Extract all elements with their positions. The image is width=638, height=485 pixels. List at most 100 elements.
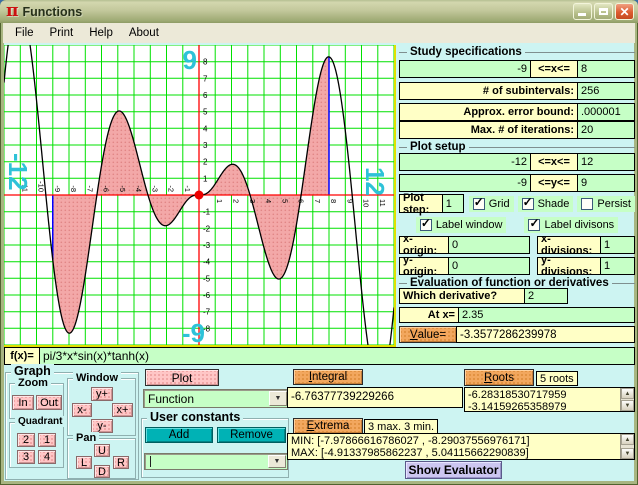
user-constants-select[interactable]: ▼ xyxy=(144,453,288,470)
quadrant-4-button[interactable]: 4 xyxy=(38,450,56,464)
scroll-up-icon[interactable]: ▲ xyxy=(621,434,634,445)
formula-input[interactable]: pi/3*x*sin(x)*tanh(x) xyxy=(39,347,635,365)
title-bar[interactable]: π Functions ✕ xyxy=(0,0,638,23)
persist-checkbox[interactable]: ✓ Persist xyxy=(577,196,635,212)
svg-text:-5: -5 xyxy=(118,185,127,192)
zoom-out-button[interactable]: Out xyxy=(36,395,62,410)
which-derivative-label: Which derivative? xyxy=(399,288,525,304)
persist-checkbox-label: Persist xyxy=(597,198,631,210)
subintervals-input[interactable]: 256 xyxy=(577,82,635,100)
label-divisons-checkbox-box[interactable]: ✓ xyxy=(528,219,540,231)
plot-step-input[interactable]: 1 xyxy=(442,194,464,213)
quadrant-3-button[interactable]: 3 xyxy=(17,450,35,464)
svg-text:10: 10 xyxy=(362,199,371,207)
shade-checkbox[interactable]: ✓ Shade xyxy=(518,196,574,212)
add-constant-button[interactable]: Add xyxy=(145,427,213,443)
iterations-input[interactable]: 20 xyxy=(577,121,635,139)
plot-y-range-row: -9 <=y<= 9 xyxy=(399,174,635,192)
shade-checkbox-box[interactable]: ✓ xyxy=(522,198,534,210)
error-bound-input[interactable]: .000001 xyxy=(577,103,635,121)
extrema-button[interactable]: Extrema xyxy=(293,418,363,434)
dropdown-arrow-icon[interactable]: ▼ xyxy=(269,391,287,406)
window-y-minus-button[interactable]: y- xyxy=(91,419,113,433)
extrema-scrollbar[interactable]: ▲ ▼ xyxy=(620,434,634,459)
zoom-in-button[interactable]: In xyxy=(12,395,34,410)
pan-left-button[interactable]: L xyxy=(76,456,92,469)
svg-text:-8: -8 xyxy=(69,185,78,192)
y-origin-label: y-origin: xyxy=(399,257,449,275)
window-x-minus-button[interactable]: x- xyxy=(72,403,92,417)
remove-constant-button[interactable]: Remove xyxy=(217,427,286,443)
close-button[interactable]: ✕ xyxy=(615,3,634,20)
error-bound-label: Approx. error bound: xyxy=(399,103,578,121)
function-plot[interactable]: -11-10-9-8-7-6-5-4-3-2-11234567891011-8-… xyxy=(4,45,396,347)
label-window-checkbox-box[interactable]: ✓ xyxy=(420,219,432,231)
y-origin-input[interactable]: 0 xyxy=(448,257,530,275)
grid-checkbox-box[interactable]: ✓ xyxy=(473,198,485,210)
grid-checkbox[interactable]: ✓ Grid xyxy=(469,196,514,212)
study-xmax-input[interactable]: 8 xyxy=(577,60,635,78)
user-constants-label: User constants xyxy=(147,410,243,424)
scroll-down-icon[interactable]: ▼ xyxy=(621,400,634,411)
user-constants-groupbox: User constants Add Remove ▼ xyxy=(141,418,289,478)
plot-svg[interactable]: -11-10-9-8-7-6-5-4-3-2-11234567891011-8-… xyxy=(4,45,394,345)
maximize-button[interactable] xyxy=(594,3,613,20)
svg-text:5: 5 xyxy=(203,108,208,117)
plot-xmin-input[interactable]: -12 xyxy=(399,153,531,171)
root-item: -6.28318530717959 xyxy=(468,389,620,401)
y-divisions-input[interactable]: 1 xyxy=(600,257,635,275)
zoom-frame-label: Zoom xyxy=(15,377,51,389)
svg-text:-1: -1 xyxy=(203,208,211,217)
plot-button[interactable]: Plot xyxy=(145,369,219,386)
svg-text:-3: -3 xyxy=(150,185,159,192)
zoom-frame: Zoom In Out xyxy=(9,383,64,419)
at-x-row: At x= 2.35 xyxy=(399,307,635,323)
iterations-label: Max. # of iterations: xyxy=(399,121,578,139)
menu-help[interactable]: Help xyxy=(81,25,121,41)
roots-count-badge: 5 roots xyxy=(536,371,578,386)
persist-checkbox-box[interactable]: ✓ xyxy=(581,198,593,210)
dropdown-arrow-icon[interactable]: ▼ xyxy=(268,455,286,468)
y-divisions-label: y-divisions: xyxy=(537,257,601,275)
plot-xmax-input[interactable]: 12 xyxy=(577,153,635,171)
value-row: Value= -3.3577286239978 xyxy=(399,326,635,343)
label-divisons-checkbox[interactable]: ✓ Label divisons xyxy=(524,217,618,233)
window-x-plus-button[interactable]: x+ xyxy=(112,403,133,417)
menu-file[interactable]: File xyxy=(7,25,42,41)
x-divisions-input[interactable]: 1 xyxy=(600,236,635,254)
quadrant-2-button[interactable]: 2 xyxy=(17,433,35,447)
at-x-input[interactable]: 2.35 xyxy=(458,307,635,323)
pan-right-button[interactable]: R xyxy=(113,456,129,469)
svg-text:3: 3 xyxy=(203,141,208,150)
plot-x-relation-label: <=x<= xyxy=(530,153,578,171)
show-evaluator-button[interactable]: Show Evaluator xyxy=(405,461,502,479)
minimize-button[interactable] xyxy=(573,3,592,20)
pan-down-button[interactable]: D xyxy=(94,465,110,478)
window-frame: Window y+ x- x+ y- xyxy=(67,378,136,436)
integral-button[interactable]: Integral xyxy=(293,369,363,385)
svg-text:4: 4 xyxy=(264,199,273,203)
menu-about[interactable]: About xyxy=(121,25,167,41)
scroll-down-icon[interactable]: ▼ xyxy=(621,448,634,459)
svg-text:-4: -4 xyxy=(203,258,211,267)
pan-up-button[interactable]: U xyxy=(94,444,110,457)
window-y-plus-button[interactable]: y+ xyxy=(91,387,113,401)
study-specifications-header: Study specifications xyxy=(399,46,635,58)
value-button[interactable]: Value= xyxy=(399,326,457,343)
x-origin-input[interactable]: 0 xyxy=(448,236,530,254)
svg-text:5: 5 xyxy=(280,199,289,203)
which-derivative-input[interactable]: 2 xyxy=(524,288,568,304)
label-window-checkbox[interactable]: ✓ Label window xyxy=(416,217,507,233)
plot-ymin-input[interactable]: -9 xyxy=(399,174,531,192)
svg-text:8: 8 xyxy=(329,199,338,203)
plot-ymax-input[interactable]: 9 xyxy=(577,174,635,192)
study-xmin-input[interactable]: -9 xyxy=(399,60,531,78)
roots-scrollbar[interactable]: ▲ ▼ xyxy=(620,388,634,411)
roots-button[interactable]: Roots xyxy=(464,369,534,386)
menu-print[interactable]: Print xyxy=(42,25,82,41)
quadrant-1-button[interactable]: 1 xyxy=(38,433,56,447)
function-select[interactable]: Function ▼ xyxy=(143,389,289,408)
svg-text:1: 1 xyxy=(215,199,224,203)
pan-frame: Pan U L R D xyxy=(67,438,136,479)
scroll-up-icon[interactable]: ▲ xyxy=(621,388,634,399)
